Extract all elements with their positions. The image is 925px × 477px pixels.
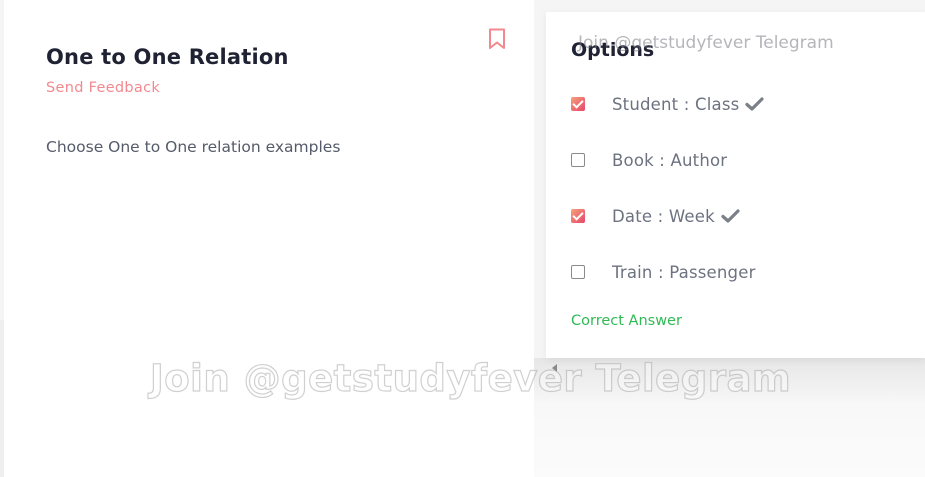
correct-answer-link[interactable]: Correct Answer — [571, 313, 682, 329]
option-train-passenger[interactable]: Train : Passenger — [571, 260, 756, 284]
option-student-class[interactable]: Student : Class — [571, 92, 765, 116]
checkbox-checked[interactable] — [571, 209, 585, 223]
page: One to One Relation Send Feedback Choose… — [0, 0, 925, 477]
option-label: Train : Passenger — [612, 262, 756, 282]
checkbox-unchecked[interactable] — [571, 153, 585, 167]
watermark-large: Join @getstudyfever Telegram — [149, 356, 791, 400]
options-panel: Options Student : Class Book : Author Da… — [546, 12, 925, 358]
watermark-small: Join @getstudyfever Telegram — [578, 33, 834, 53]
correct-check-icon — [745, 97, 765, 111]
option-label: Book : Author — [612, 150, 728, 170]
question-title: One to One Relation — [46, 45, 289, 69]
question-card: One to One Relation Send Feedback Choose… — [4, 0, 534, 477]
checkbox-checked[interactable] — [571, 97, 585, 111]
bookmark-icon[interactable] — [488, 28, 506, 50]
option-label: Student : Class — [612, 94, 740, 114]
question-text: Choose One to One relation examples — [46, 138, 341, 156]
send-feedback-link[interactable]: Send Feedback — [46, 80, 160, 96]
checkbox-unchecked[interactable] — [571, 265, 585, 279]
option-label: Date : Week — [612, 206, 715, 226]
option-date-week[interactable]: Date : Week — [571, 204, 740, 228]
correct-check-icon — [721, 209, 740, 223]
option-book-author[interactable]: Book : Author — [571, 148, 727, 172]
